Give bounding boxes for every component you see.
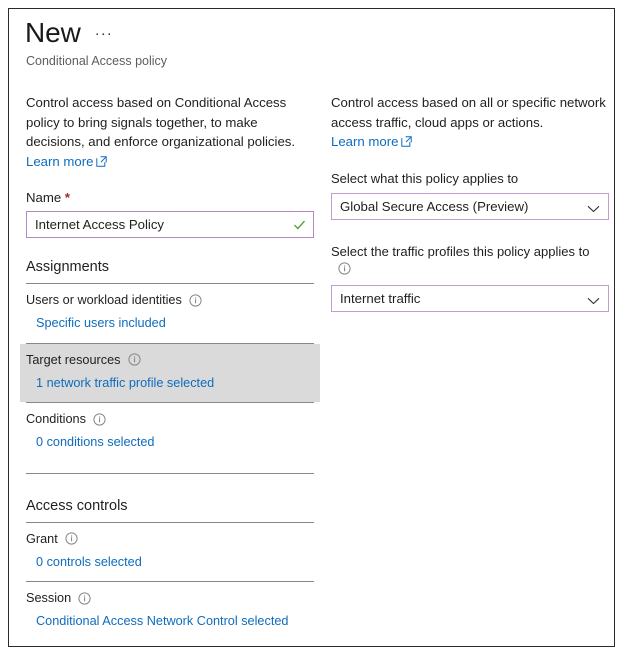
right-intro-text: Control access based on all or specific … <box>331 95 606 130</box>
traffic-profiles-info-row <box>331 261 609 280</box>
row-conditions-value-link[interactable]: 0 conditions selected <box>36 435 155 449</box>
left-column: Control access based on Conditional Acce… <box>20 93 320 647</box>
valid-check-icon <box>293 218 306 231</box>
info-icon[interactable] <box>338 261 351 275</box>
traffic-profiles-label: Select the traffic profiles this policy … <box>331 243 590 259</box>
row-session-value-link[interactable]: Conditional Access Network Control selec… <box>36 614 288 628</box>
row-target-resources[interactable]: Target resources 1 network traffic profi… <box>20 343 320 402</box>
policy-applies-group: Select what this policy applies to Globa… <box>331 169 609 220</box>
row-conditions-label: Conditions <box>26 410 314 428</box>
row-grant[interactable]: Grant 0 controls selected <box>26 523 314 582</box>
row-conditions-divider <box>26 472 314 474</box>
row-conditions[interactable]: Conditions 0 conditions selected <box>26 403 314 462</box>
name-input-value[interactable]: Internet Access Policy <box>35 217 164 232</box>
row-users-value: Specific users included <box>26 314 314 334</box>
external-link-icon <box>96 153 108 167</box>
chevron-down-icon <box>587 202 600 213</box>
info-icon[interactable] <box>127 353 141 366</box>
external-link-icon <box>401 133 413 147</box>
row-target-resources-value: 1 network traffic profile selected <box>26 374 314 394</box>
row-users-value-link[interactable]: Specific users included <box>36 316 166 330</box>
more-options-ellipsis-icon[interactable]: ··· <box>95 26 113 41</box>
row-conditions-value: 0 conditions selected <box>26 433 314 453</box>
left-learn-more-link[interactable]: Learn more <box>26 153 108 169</box>
page-title: New <box>25 17 81 48</box>
info-icon[interactable] <box>189 293 202 307</box>
row-conditions-label-text: Conditions <box>26 412 86 426</box>
conditional-access-policy-panel: New ··· Conditional Access policy Contro… <box>8 8 615 647</box>
name-input-wrapper[interactable]: Internet Access Policy <box>26 211 314 238</box>
right-column: Control access based on all or specific … <box>331 93 609 312</box>
panel-header: New ··· <box>25 16 113 50</box>
policy-applies-selected-value: Global Secure Access (Preview) <box>340 198 529 214</box>
panel-subtitle: Conditional Access policy <box>26 54 168 68</box>
right-learn-more-link[interactable]: Learn more <box>331 133 413 149</box>
row-users-label: Users or workload identities <box>26 291 314 309</box>
row-session[interactable]: Session Conditional Access Network Contr… <box>26 582 314 641</box>
access-controls-heading: Access controls <box>26 497 128 514</box>
info-icon[interactable] <box>65 532 78 545</box>
name-field-label: Name * <box>26 189 314 207</box>
left-learn-more-row: Learn more <box>26 152 314 172</box>
row-session-value: Conditional Access Network Control selec… <box>26 612 314 632</box>
policy-applies-dropdown[interactable]: Global Secure Access (Preview) <box>331 192 609 220</box>
row-grant-label: Grant <box>26 530 314 548</box>
row-session-label-text: Session <box>26 591 72 605</box>
row-users-or-workload-identities[interactable]: Users or workload identities Specific us… <box>26 284 314 343</box>
left-learn-more-label: Learn more <box>26 153 94 169</box>
row-users-label-text: Users or workload identities <box>26 293 182 307</box>
right-learn-more-row: Learn more <box>331 132 609 152</box>
name-field-label-text: Name <box>26 190 62 205</box>
row-target-resources-value-link[interactable]: 1 network traffic profile selected <box>36 376 214 390</box>
row-grant-label-text: Grant <box>26 531 58 546</box>
traffic-profiles-group: Select the traffic profiles this policy … <box>331 242 609 312</box>
chevron-down-icon <box>587 294 600 305</box>
left-intro-text: Control access based on Conditional Acce… <box>26 95 296 149</box>
row-target-resources-label-text: Target resources <box>26 352 121 367</box>
name-required-asterisk: * <box>64 190 70 205</box>
traffic-profiles-selected-value: Internet traffic <box>340 290 421 306</box>
info-icon[interactable] <box>93 412 106 426</box>
traffic-profiles-dropdown[interactable]: Internet traffic <box>331 284 609 312</box>
access-controls-section: Access controls Grant 0 controls selecte… <box>26 496 314 647</box>
row-grant-value-link[interactable]: 0 controls selected <box>36 555 142 569</box>
row-target-resources-label: Target resources <box>26 351 314 369</box>
policy-applies-label: Select what this policy applies to <box>331 170 519 186</box>
row-session-label: Session <box>26 589 314 607</box>
assignments-section: Assignments Users or workload identities… <box>20 257 320 474</box>
assignments-heading: Assignments <box>26 259 110 275</box>
name-field-group: Name * Internet Access Policy <box>26 189 314 238</box>
info-icon[interactable] <box>78 591 91 605</box>
row-grant-value: 0 controls selected <box>26 553 314 573</box>
right-learn-more-label: Learn more <box>331 134 399 149</box>
